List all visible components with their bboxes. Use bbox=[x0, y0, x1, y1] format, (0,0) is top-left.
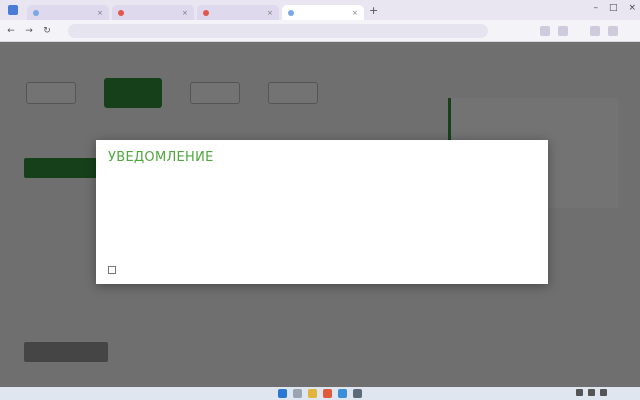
tab-label bbox=[43, 9, 93, 17]
battery-icon[interactable] bbox=[600, 389, 607, 396]
window-controls: – □ × bbox=[593, 3, 636, 13]
modal-paragraph bbox=[108, 238, 538, 244]
modal-paragraph bbox=[108, 198, 538, 204]
browser-tab-active[interactable]: × bbox=[282, 5, 364, 20]
modal-paragraph bbox=[108, 230, 538, 236]
modal-paragraph bbox=[108, 246, 538, 252]
tab-label bbox=[213, 9, 263, 17]
favicon-icon bbox=[288, 9, 294, 16]
app-icon[interactable] bbox=[338, 389, 347, 398]
new-tab-icon[interactable]: + bbox=[369, 5, 381, 18]
start-icon[interactable] bbox=[278, 389, 287, 398]
modal-paragraph bbox=[108, 214, 538, 220]
reload-icon[interactable]: ↻ bbox=[42, 26, 52, 36]
minimize-icon[interactable]: – bbox=[593, 3, 598, 13]
modal-paragraph bbox=[108, 254, 538, 260]
modal-paragraph bbox=[108, 222, 538, 228]
modal-paragraph bbox=[108, 174, 538, 180]
network-icon[interactable] bbox=[576, 389, 583, 396]
browser-tabstrip: × × × × + – □ × bbox=[0, 0, 640, 20]
forward-icon[interactable]: → bbox=[24, 26, 34, 36]
browser-app-icon bbox=[8, 5, 18, 15]
modal-paragraph bbox=[108, 190, 538, 196]
folder-icon[interactable] bbox=[308, 389, 317, 398]
modal-title: УВЕДОМЛЕНИЕ bbox=[108, 150, 214, 165]
tab-label bbox=[298, 9, 348, 17]
volume-icon[interactable] bbox=[588, 389, 595, 396]
close-icon[interactable]: × bbox=[182, 9, 188, 16]
search-icon[interactable] bbox=[293, 389, 302, 398]
browser-tab[interactable]: × bbox=[197, 5, 279, 20]
notification-modal: УВЕДОМЛЕНИЕ bbox=[96, 140, 548, 284]
acknowledge-row[interactable] bbox=[108, 266, 538, 274]
acknowledge-label[interactable] bbox=[121, 267, 161, 274]
app-icon[interactable] bbox=[353, 389, 362, 398]
browser-toolbar: ← → ↻ bbox=[0, 20, 640, 42]
modal-body bbox=[108, 174, 538, 260]
favicon-icon bbox=[118, 9, 124, 16]
menu-icon[interactable] bbox=[608, 25, 618, 36]
close-icon[interactable]: × bbox=[97, 9, 103, 16]
os-taskbar bbox=[0, 387, 640, 400]
modal-paragraph bbox=[108, 182, 538, 188]
clock[interactable] bbox=[612, 389, 634, 397]
profile-icon[interactable] bbox=[590, 25, 600, 36]
favicon-icon bbox=[203, 9, 209, 16]
close-window-icon[interactable]: × bbox=[628, 3, 636, 13]
close-icon[interactable]: × bbox=[267, 9, 273, 16]
favicon-icon bbox=[33, 9, 39, 16]
browser-tab[interactable]: × bbox=[112, 5, 194, 20]
system-tray bbox=[576, 389, 634, 397]
extension-icon[interactable] bbox=[540, 25, 550, 36]
close-icon[interactable]: × bbox=[352, 9, 358, 16]
address-bar[interactable] bbox=[68, 23, 488, 38]
acknowledge-checkbox[interactable] bbox=[108, 266, 116, 274]
maximize-icon[interactable]: □ bbox=[609, 3, 618, 13]
browser-tab[interactable]: × bbox=[27, 5, 109, 20]
modal-paragraph bbox=[108, 206, 538, 212]
tab-label bbox=[128, 9, 178, 17]
extension-icon[interactable] bbox=[558, 25, 568, 36]
back-icon[interactable]: ← bbox=[6, 26, 16, 36]
browser-icon[interactable] bbox=[323, 389, 332, 398]
